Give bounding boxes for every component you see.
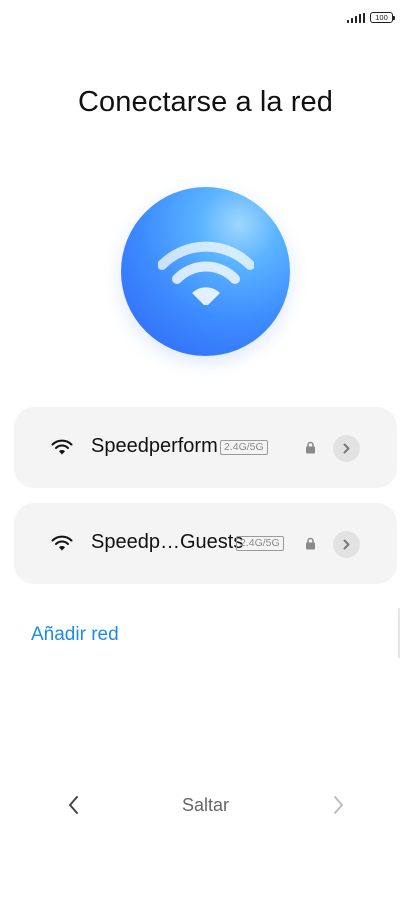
network-name: Speedperform <box>91 435 218 457</box>
wifi-icon <box>51 535 73 551</box>
wifi-icon <box>51 439 73 455</box>
network-name: Speedp…Guests <box>91 531 244 553</box>
skip-button[interactable]: Saltar <box>0 795 411 816</box>
lock-icon <box>306 537 315 550</box>
wifi-icon <box>158 241 254 305</box>
cellular-signal-icon <box>346 12 365 23</box>
network-item-speedperform[interactable]: Speedperform 2.4G/5G <box>14 407 397 488</box>
battery-icon: 100 <box>370 12 395 23</box>
battery-level: 100 <box>375 13 388 22</box>
chevron-right-icon <box>343 443 350 454</box>
band-badge: 2.4G/5G <box>220 440 268 455</box>
network-details-button[interactable] <box>333 531 360 558</box>
page-title: Conectarse a la red <box>78 86 333 118</box>
next-button[interactable] <box>328 793 348 817</box>
add-network-link[interactable]: Añadir red <box>31 624 119 646</box>
network-details-button[interactable] <box>333 435 360 462</box>
status-bar: 100 <box>346 12 395 23</box>
scrollbar <box>398 608 400 658</box>
lock-icon <box>306 441 315 454</box>
chevron-right-icon <box>343 539 350 550</box>
wifi-hero-orb <box>121 187 290 356</box>
chevron-right-icon <box>334 796 343 814</box>
band-badge: 2.4G/5G <box>236 536 284 551</box>
network-item-speedperform-guests[interactable]: Speedp…Guests 2.4G/5G <box>14 503 397 584</box>
